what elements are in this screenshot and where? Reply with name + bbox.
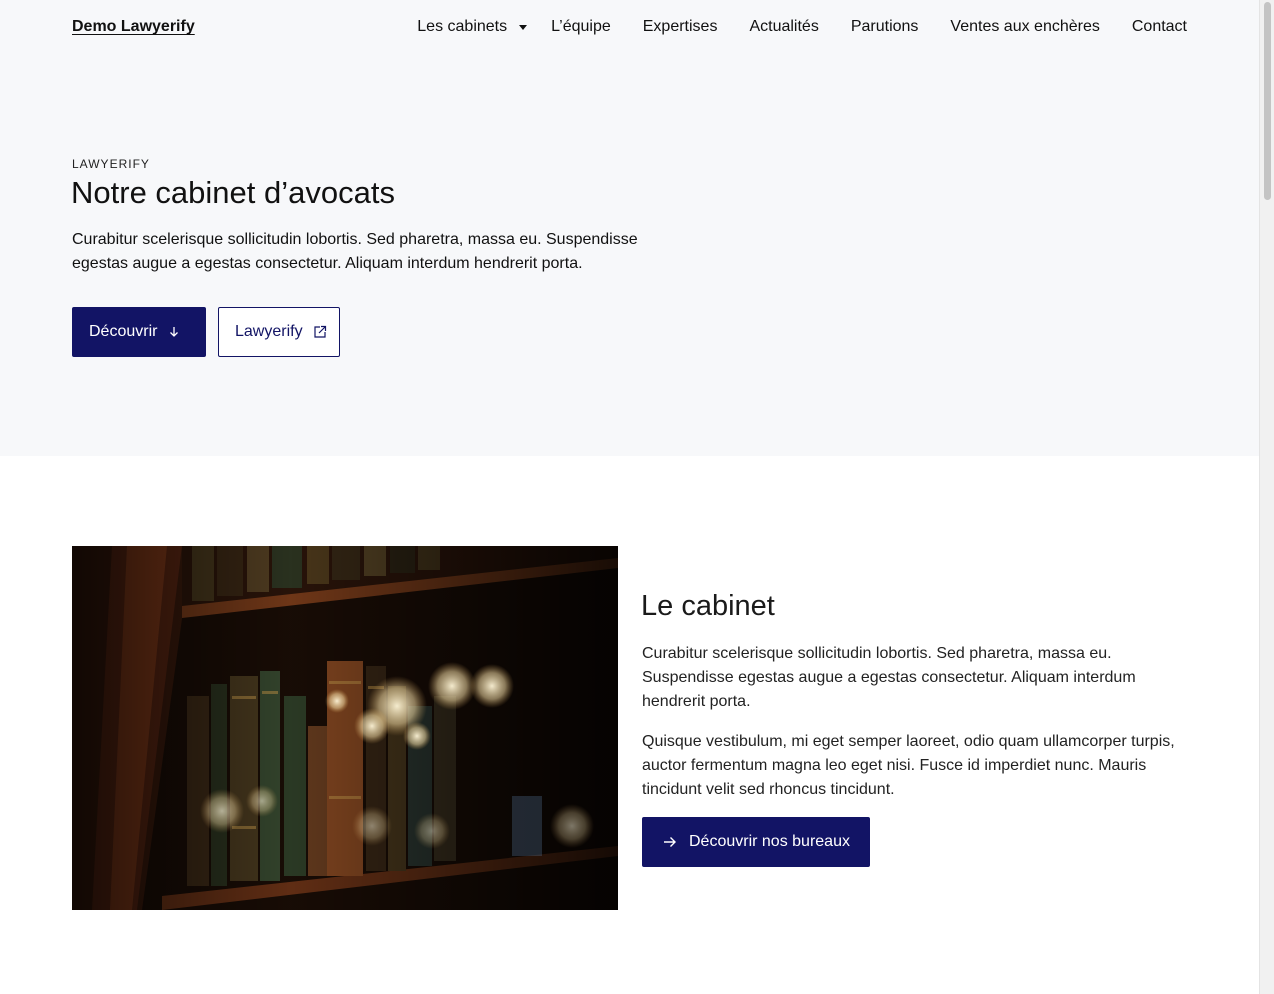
nav-item-label: Les cabinets [417, 18, 508, 35]
arrow-down-icon [169, 326, 179, 338]
main-nav: Les cabinets L’équipe Expertises Actuali… [417, 18, 1187, 36]
hero-eyebrow: LAWYERIFY [72, 157, 150, 171]
discover-button[interactable]: Découvrir [72, 307, 206, 357]
external-link-icon [313, 325, 327, 339]
section-paragraph-1: Curabitur scelerisque sollicitudin lobor… [642, 645, 1136, 710]
nav-item-cabinets[interactable]: Les cabinets [417, 18, 528, 36]
discover-button-label: Découvrir [89, 323, 158, 340]
nav-item-parutions[interactable]: Parutions [851, 18, 919, 36]
scrollbar-thumb[interactable] [1264, 2, 1271, 200]
page: Demo Lawyerify Les cabinets L’équipe Exp… [0, 0, 1259, 994]
section-title: Le cabinet [641, 590, 775, 622]
nav-item-expertises[interactable]: Expertises [643, 18, 718, 36]
section-paragraph-2: Quisque vestibulum, mi eget semper laore… [642, 733, 1175, 798]
nav-item-contact[interactable]: Contact [1132, 18, 1187, 36]
caret-down-icon [519, 24, 528, 30]
brand-link[interactable]: Demo Lawyerify [72, 18, 195, 36]
discover-offices-button-label: Découvrir nos bureaux [689, 833, 850, 850]
nav-item-ventes[interactable]: Ventes aux enchères [950, 18, 1099, 36]
nav-item-actualites[interactable]: Actualités [749, 18, 818, 36]
hero-text: Curabitur scelerisque sollicitudin lobor… [72, 231, 638, 272]
bookshelf-photo [72, 546, 618, 910]
vertical-scrollbar[interactable] [1259, 0, 1274, 994]
lawyerify-button-label: Lawyerify [235, 323, 303, 340]
nav-item-equipe[interactable]: L’équipe [551, 18, 611, 36]
lawyerify-button[interactable]: Lawyerify [218, 307, 340, 357]
hero-title: Notre cabinet d’avocats [71, 175, 395, 210]
arrow-right-icon [663, 836, 677, 848]
discover-offices-button[interactable]: Découvrir nos bureaux [642, 817, 870, 867]
